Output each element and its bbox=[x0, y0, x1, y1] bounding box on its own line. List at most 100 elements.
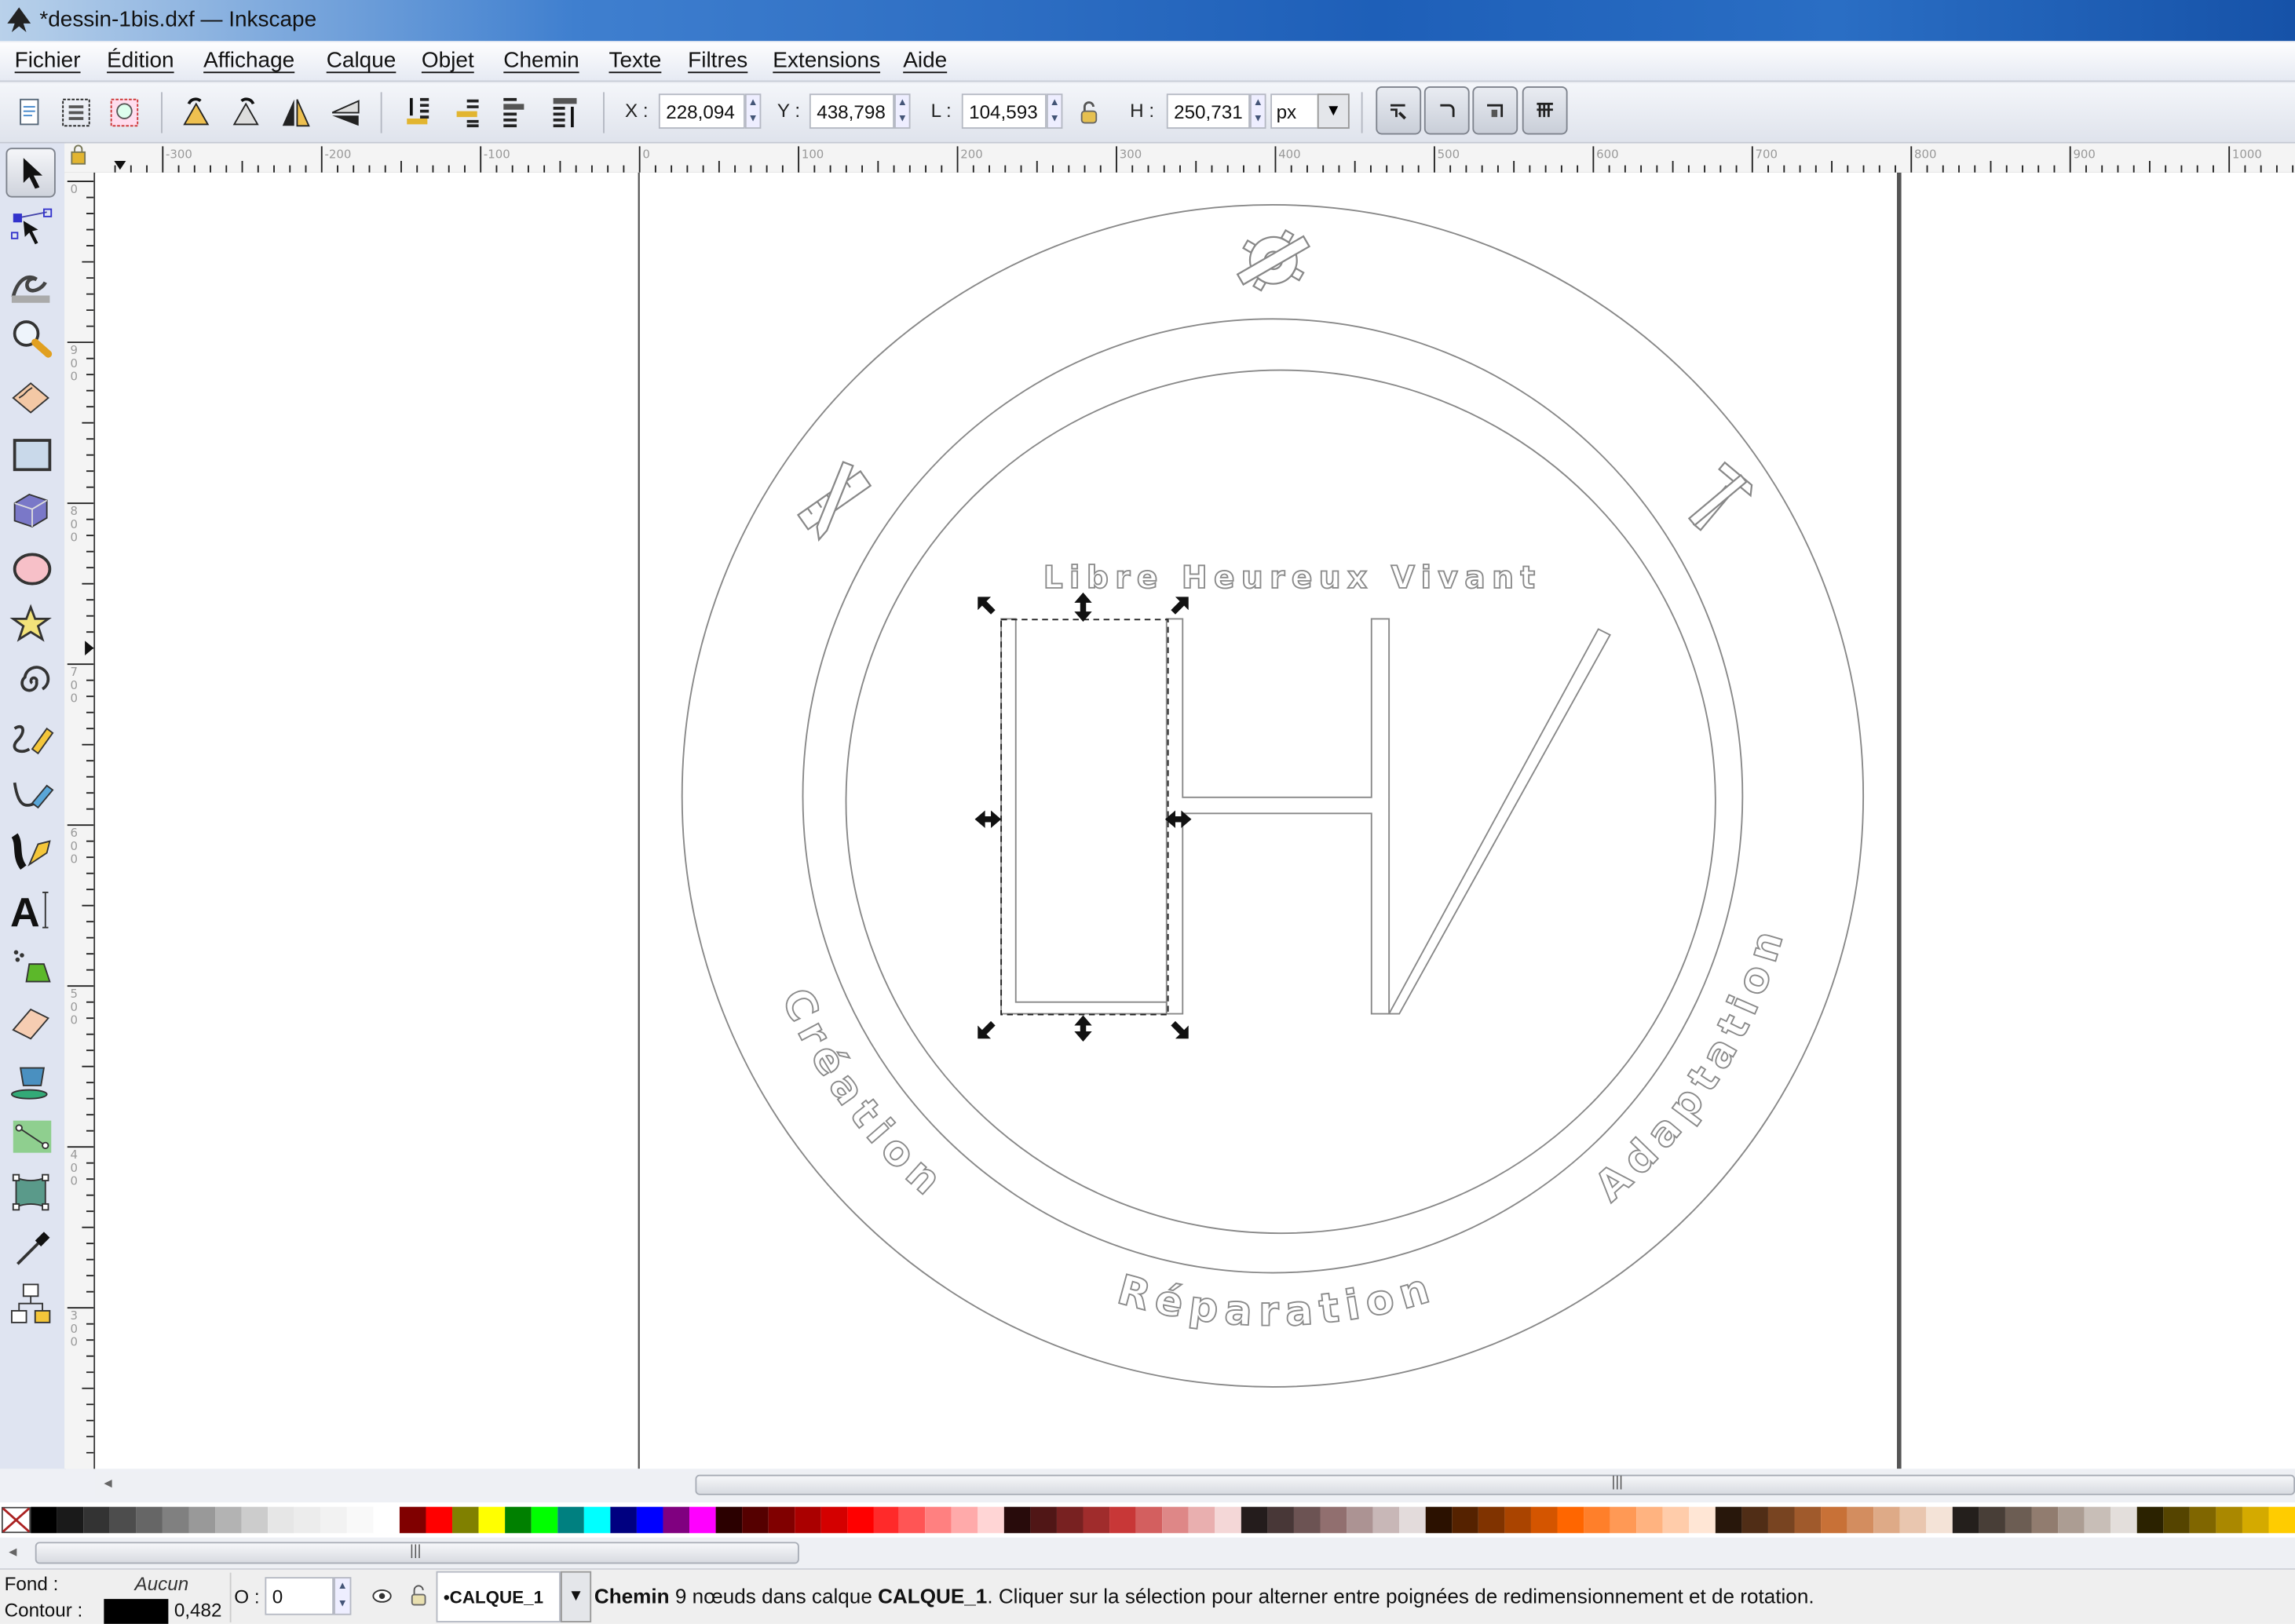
tool-pencil[interactable] bbox=[5, 714, 55, 764]
menu-filtres[interactable]: Filtres bbox=[688, 49, 747, 74]
stroke-width-value[interactable]: 0,482 bbox=[174, 1599, 222, 1621]
hammer-screwdriver-icon[interactable] bbox=[1682, 461, 1757, 541]
color-swatch[interactable] bbox=[57, 1506, 84, 1534]
palette-scroll-left-arrow[interactable]: ◂ bbox=[9, 1542, 16, 1560]
layer-dropdown-arrow[interactable]: ▼ bbox=[560, 1571, 592, 1622]
color-swatch[interactable] bbox=[2031, 1506, 2058, 1534]
eye-visibility-icon[interactable] bbox=[371, 1586, 394, 1606]
tool-calligraphy[interactable] bbox=[5, 827, 55, 876]
color-swatch[interactable] bbox=[1372, 1506, 1400, 1534]
palette-scrollbar[interactable]: ◂ ||| bbox=[0, 1538, 2295, 1567]
color-swatch[interactable] bbox=[1794, 1506, 1821, 1534]
color-swatch[interactable] bbox=[1926, 1506, 1953, 1534]
tool-paint-bucket[interactable] bbox=[5, 1053, 55, 1103]
color-swatch[interactable] bbox=[583, 1506, 610, 1534]
menu-edition[interactable]: Édition bbox=[107, 49, 174, 74]
menu-fichier[interactable]: Fichier bbox=[15, 49, 81, 74]
stroke-color-swatch[interactable] bbox=[104, 1599, 169, 1624]
color-swatch[interactable] bbox=[2136, 1506, 2163, 1534]
resize-handle-bottom-right[interactable] bbox=[1171, 1020, 1189, 1039]
x-input[interactable]: 228,094 bbox=[658, 93, 745, 130]
tool-eraser[interactable] bbox=[5, 998, 55, 1047]
color-swatch[interactable] bbox=[1267, 1506, 1295, 1534]
transform-patterns-toggle[interactable] bbox=[1522, 86, 1568, 135]
resize-handle-bottom-left[interactable] bbox=[978, 1020, 996, 1039]
tool-text[interactable]: A bbox=[5, 884, 55, 936]
color-swatch[interactable] bbox=[1057, 1506, 1084, 1534]
color-swatch[interactable] bbox=[478, 1506, 505, 1534]
drawing-canvas[interactable]: Création Réparation Adaptation Libre Heu… bbox=[95, 172, 2295, 1469]
color-swatch[interactable] bbox=[1662, 1506, 1690, 1534]
color-swatch[interactable] bbox=[2215, 1506, 2242, 1534]
color-swatch[interactable] bbox=[1426, 1506, 1453, 1534]
vertical-ruler[interactable]: 0900800700600500400300200 bbox=[64, 172, 96, 1510]
color-swatch[interactable] bbox=[978, 1506, 1005, 1534]
width-stepper[interactable]: ▲ ▼ bbox=[1046, 93, 1063, 130]
rotate-cw-icon[interactable] bbox=[228, 95, 264, 130]
color-swatch[interactable] bbox=[1610, 1506, 1637, 1534]
scale-corners-toggle[interactable] bbox=[1423, 86, 1470, 135]
scroll-left-arrow[interactable]: ◂ bbox=[104, 1473, 111, 1492]
outer-ring[interactable] bbox=[681, 204, 1865, 1388]
color-swatch[interactable] bbox=[1399, 1506, 1427, 1534]
color-swatch[interactable] bbox=[162, 1506, 189, 1534]
color-swatch[interactable] bbox=[2084, 1506, 2110, 1534]
menu-extensions[interactable]: Extensions bbox=[773, 49, 880, 74]
color-swatch[interactable] bbox=[267, 1506, 294, 1534]
color-swatch[interactable] bbox=[1873, 1506, 1900, 1534]
color-swatch[interactable] bbox=[2110, 1506, 2137, 1534]
tool-gradient[interactable] bbox=[5, 1111, 55, 1160]
flip-vertical-icon[interactable] bbox=[328, 95, 364, 130]
color-swatch[interactable] bbox=[1189, 1506, 1215, 1534]
tool-dropper[interactable] bbox=[5, 1223, 55, 1272]
arc-text-adaptation[interactable]: Adaptation bbox=[1585, 918, 1794, 1212]
color-swatch[interactable] bbox=[1979, 1506, 2005, 1534]
color-swatch[interactable] bbox=[636, 1506, 663, 1534]
color-swatch[interactable] bbox=[531, 1506, 557, 1534]
y-input[interactable]: 438,798 bbox=[809, 93, 895, 130]
color-swatch[interactable] bbox=[2057, 1506, 2085, 1534]
color-swatch[interactable] bbox=[136, 1506, 163, 1534]
color-swatch[interactable] bbox=[294, 1506, 320, 1534]
deselect-icon[interactable] bbox=[107, 95, 142, 130]
opacity-stepper[interactable]: ▲ ▼ bbox=[334, 1577, 352, 1615]
color-swatch[interactable] bbox=[320, 1506, 347, 1534]
color-swatch[interactable] bbox=[346, 1506, 373, 1534]
color-swatch[interactable] bbox=[1478, 1506, 1505, 1534]
menu-objet[interactable]: Objet bbox=[422, 49, 474, 74]
fill-value[interactable]: Aucun bbox=[135, 1573, 189, 1595]
color-swatch[interactable] bbox=[1294, 1506, 1321, 1534]
pencil-ruler-icon[interactable] bbox=[788, 457, 879, 542]
color-swatch[interactable] bbox=[952, 1506, 979, 1534]
gear-wrench-icon[interactable] bbox=[1227, 213, 1319, 308]
color-swatch[interactable] bbox=[1847, 1506, 1874, 1534]
h-right-part-path[interactable] bbox=[1165, 618, 1391, 1015]
color-swatch[interactable] bbox=[1031, 1506, 1058, 1534]
color-swatch[interactable] bbox=[504, 1506, 532, 1534]
palette-scroll-thumb[interactable]: ||| bbox=[35, 1542, 799, 1564]
resize-handle-left[interactable] bbox=[974, 810, 1002, 828]
resize-handle-top-left[interactable] bbox=[978, 597, 996, 615]
lock-proportions-icon[interactable] bbox=[1074, 95, 1103, 130]
h-left-stem-path[interactable] bbox=[1000, 618, 1168, 1015]
height-input[interactable]: 250,731 bbox=[1166, 93, 1251, 130]
arc-text-creation[interactable]: Création bbox=[771, 981, 955, 1210]
x-stepper[interactable]: ▲ ▼ bbox=[744, 93, 762, 130]
color-swatch[interactable] bbox=[31, 1506, 57, 1534]
v-diagonal-path[interactable] bbox=[1387, 628, 1611, 1015]
tool-connector[interactable] bbox=[5, 1279, 55, 1328]
menu-aide[interactable]: Aide bbox=[903, 49, 947, 74]
lower-to-bottom-icon[interactable] bbox=[547, 95, 583, 130]
color-swatch[interactable] bbox=[1636, 1506, 1663, 1534]
color-swatch[interactable] bbox=[451, 1506, 479, 1534]
color-swatch[interactable] bbox=[83, 1506, 110, 1534]
color-swatch[interactable] bbox=[1320, 1506, 1347, 1534]
color-swatch[interactable] bbox=[2162, 1506, 2190, 1534]
color-swatch[interactable] bbox=[1715, 1506, 1742, 1534]
color-swatch[interactable] bbox=[1109, 1506, 1137, 1534]
tool-zoom[interactable] bbox=[5, 315, 55, 364]
color-swatch[interactable] bbox=[2189, 1506, 2216, 1534]
color-swatch[interactable] bbox=[1899, 1506, 1927, 1534]
lock-guides-icon[interactable] bbox=[69, 144, 90, 167]
transform-gradients-toggle[interactable] bbox=[1472, 86, 1518, 135]
